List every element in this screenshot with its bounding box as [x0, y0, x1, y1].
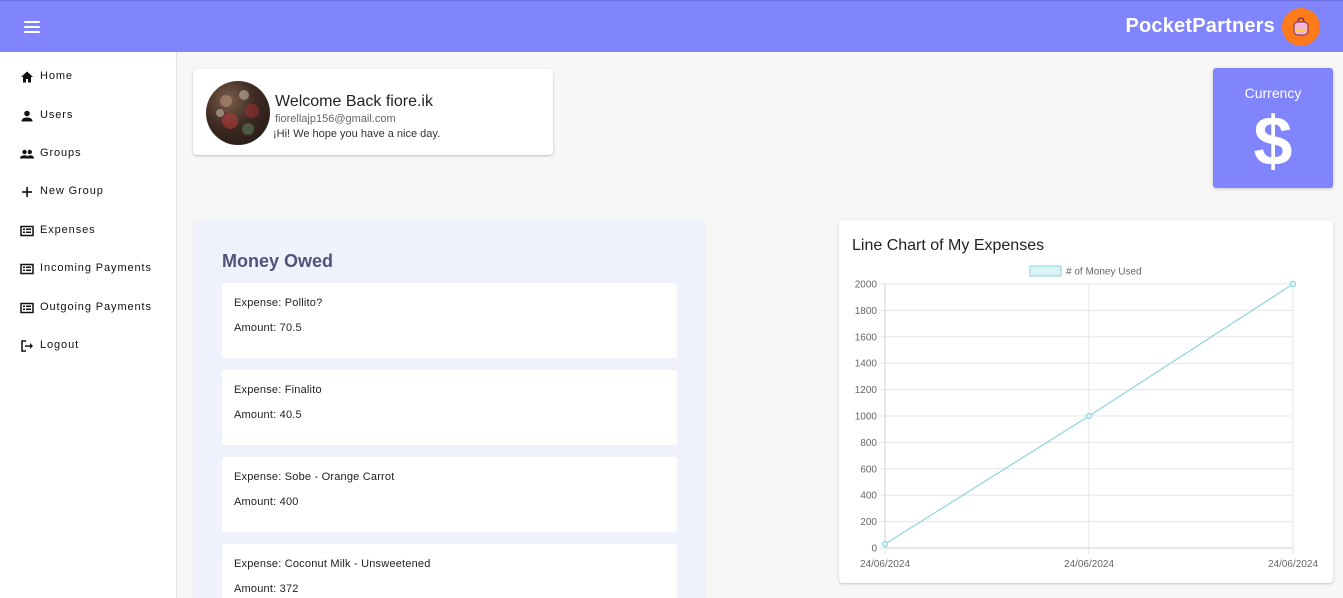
- sidebar-item-home[interactable]: Home: [0, 60, 176, 94]
- sidebar-item-new-group[interactable]: New Group: [0, 175, 176, 209]
- sidebar: Home Users Groups New Group Expenses Inc…: [0, 52, 177, 598]
- expenses-chart-card: Line Chart of My Expenses 0 200 400 600 800 1…: [839, 220, 1333, 583]
- sidebar-item-label: New Group: [40, 185, 104, 197]
- dollar-icon: $: [1253, 102, 1293, 180]
- sidebar-item-label: Users: [40, 109, 74, 121]
- brand-title[interactable]: PocketPartners: [1125, 15, 1275, 38]
- sidebar-item-label: Groups: [40, 147, 82, 159]
- x-tick-label: 24/06/2024: [860, 559, 910, 570]
- expense-amount: Amount: 40.5: [234, 409, 302, 421]
- currency-card[interactable]: Currency $: [1213, 68, 1333, 188]
- money-owed-title: Money Owed: [222, 251, 334, 271]
- x-tick-label: 24/06/2024: [1064, 559, 1114, 570]
- sidebar-item-users[interactable]: Users: [0, 99, 176, 133]
- money-owed-panel: Money Owed Expense: Pollito? Amount: 70.…: [193, 220, 706, 598]
- data-point: [881, 540, 889, 548]
- list-item[interactable]: Expense: Pollito? Amount: 70.5: [222, 283, 677, 358]
- x-tick-label: 24/06/2024: [1268, 559, 1318, 570]
- y-tick-label: 1800: [855, 306, 878, 317]
- sidebar-item-incoming-payments[interactable]: Incoming Payments: [0, 252, 176, 286]
- user-icon: [21, 110, 33, 122]
- currency-label: Currency: [1244, 85, 1302, 101]
- sidebar-item-label: Home: [40, 70, 73, 82]
- y-tick-label: 200: [860, 517, 877, 528]
- expense-name: Expense: Pollito?: [234, 297, 323, 309]
- sidebar-item-label: Incoming Payments: [40, 262, 152, 274]
- sidebar-item-outgoing-payments[interactable]: Outgoing Payments: [0, 291, 176, 325]
- sidebar-item-label: Outgoing Payments: [40, 301, 152, 313]
- logout-icon: [21, 340, 33, 352]
- y-tick-label: 400: [860, 491, 877, 502]
- expense-name: Expense: Finalito: [234, 384, 322, 396]
- legend-label: # of Money Used: [1066, 267, 1142, 278]
- legend-swatch: [1029, 265, 1062, 277]
- expense-amount: Amount: 372: [234, 583, 299, 595]
- sidebar-item-expenses[interactable]: Expenses: [0, 214, 176, 248]
- list-item[interactable]: Expense: Finalito Amount: 40.5: [222, 370, 677, 445]
- home-icon: [21, 71, 33, 83]
- welcome-card: Welcome Back fiore.ik fiorellajp156@gmai…: [193, 69, 553, 155]
- sidebar-item-label: Logout: [40, 339, 80, 351]
- data-point: [1085, 412, 1093, 420]
- y-tick-label: 1400: [855, 359, 878, 370]
- group-icon: [20, 149, 34, 159]
- app-bar: PocketPartners: [0, 0, 1343, 52]
- expense-amount: Amount: 400: [234, 496, 299, 508]
- sidebar-item-groups[interactable]: Groups: [0, 137, 176, 171]
- hamburger-icon[interactable]: [20, 17, 44, 37]
- y-tick-label: 800: [860, 438, 877, 449]
- welcome-message: ¡Hi! We hope you have a nice day.: [273, 128, 441, 140]
- y-tick-label: 2000: [855, 280, 878, 291]
- y-tick-label: 1200: [855, 385, 878, 396]
- y-tick-label: 1000: [855, 412, 878, 423]
- welcome-title: Welcome Back fiore.ik: [275, 93, 433, 110]
- pocket-logo-icon[interactable]: [1282, 8, 1320, 46]
- data-point: [1289, 280, 1297, 288]
- list-item[interactable]: Expense: Sobe - Orange Carrot Amount: 40…: [222, 457, 677, 532]
- list-item[interactable]: Expense: Coconut Milk - Unsweetened Amou…: [222, 544, 677, 598]
- list-icon: [20, 302, 34, 314]
- line-chart: 0 200 400 600 800 1000 1200 1400 1600 1800 2000 24/…: [855, 265, 1318, 570]
- expense-name: Expense: Coconut Milk - Unsweetened: [234, 558, 431, 570]
- y-tick-label: 0: [871, 544, 877, 555]
- list-icon: [20, 225, 34, 237]
- list-icon: [20, 263, 34, 275]
- expense-amount: Amount: 70.5: [234, 322, 302, 334]
- avatar[interactable]: [206, 81, 270, 145]
- sidebar-item-label: Expenses: [40, 224, 96, 236]
- sidebar-item-logout[interactable]: Logout: [0, 329, 176, 363]
- y-tick-label: 600: [860, 464, 877, 475]
- plus-icon: [22, 187, 32, 197]
- expense-name: Expense: Sobe - Orange Carrot: [234, 471, 395, 483]
- y-tick-label: 1600: [855, 332, 878, 343]
- user-email: fiorellajp156@gmail.com: [275, 113, 396, 125]
